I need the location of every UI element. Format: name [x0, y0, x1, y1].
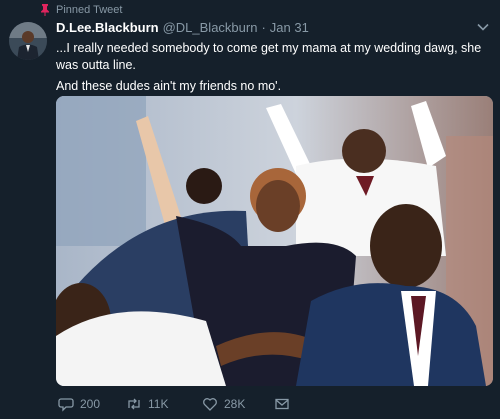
tweet-text-line-1: ...I really needed somebody to come get …	[56, 41, 482, 72]
tweet-actions: 200 11K 28K	[58, 396, 500, 412]
display-name[interactable]: D.Lee.Blackburn	[56, 20, 159, 35]
tweet-text-line-2: And these dudes ain't my friends no mo'.	[56, 79, 282, 93]
like-count: 28K	[224, 397, 246, 411]
direct-message-button[interactable]	[274, 396, 290, 412]
pinned-text: Pinned Tweet	[56, 4, 123, 16]
tweet-photo[interactable]	[56, 96, 493, 386]
like-icon	[203, 398, 217, 411]
like-button[interactable]: 28K	[202, 396, 274, 412]
avatar-image	[9, 22, 47, 60]
tweet-text: ...I really needed somebody to come get …	[56, 40, 486, 99]
retweet-icon	[128, 398, 140, 410]
retweet-count: 11K	[148, 397, 169, 411]
tweet-date[interactable]: Jan 31	[270, 20, 309, 35]
avatar[interactable]	[9, 22, 47, 60]
reply-icon	[58, 398, 74, 412]
reply-button[interactable]: 200	[58, 396, 126, 412]
separator-dot: ·	[261, 20, 266, 35]
message-icon	[275, 398, 289, 410]
pinned-tweet-label: Pinned Tweet	[40, 4, 122, 16]
wedding-photo	[56, 96, 493, 386]
tweet-header: D.Lee.Blackburn @DL_Blackburn · Jan 31	[56, 20, 488, 35]
chevron-down-icon[interactable]	[476, 20, 490, 34]
retweet-button[interactable]: 11K	[126, 396, 202, 412]
reply-count: 200	[80, 397, 101, 411]
handle[interactable]: @DL_Blackburn	[163, 20, 258, 35]
pin-icon	[41, 4, 49, 16]
